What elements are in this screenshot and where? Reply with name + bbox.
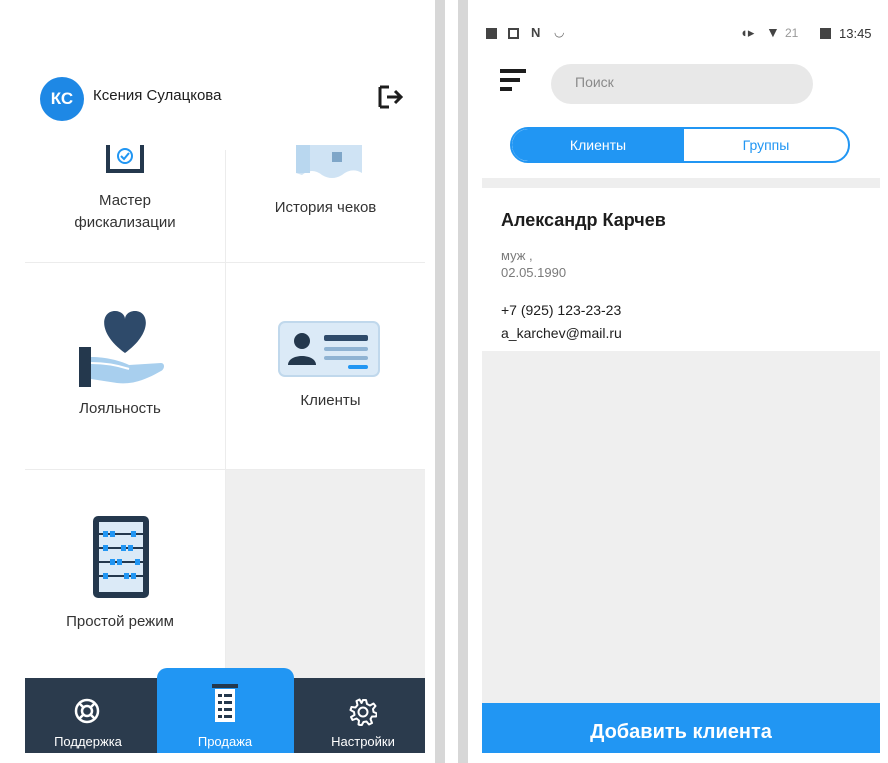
client-name: Александр Карчев: [501, 210, 666, 230]
n-notification-icon: N: [531, 25, 541, 40]
tile-fiscal-master[interactable]: Мастер фискализации: [25, 145, 225, 261]
segmented-tabs: Клиенты Группы: [510, 127, 850, 163]
tile-label: Клиенты: [300, 392, 361, 409]
status-bar: N ◡ ◖▸ ▼ 21 13:45: [482, 24, 882, 46]
battery-icon: [820, 28, 831, 39]
divider: [482, 178, 880, 188]
tab-clients[interactable]: Клиенты: [512, 137, 684, 153]
screen-edge: [435, 0, 445, 763]
client-phone: +7 (925) 123-23-23: [501, 302, 622, 318]
nav-label: Настройки: [331, 734, 395, 749]
left-phone-screen: КС Ксения Сулацкова Мастер фискализации …: [0, 0, 445, 763]
vibrate-icon: ◖▸: [740, 25, 755, 40]
tile-receipt-history[interactable]: История чеков: [226, 145, 425, 261]
loyalty-icon: [79, 311, 164, 387]
shield-notification-icon: ◡: [554, 25, 565, 39]
screen-edge: [458, 0, 468, 763]
signal-text: 21: [785, 26, 799, 40]
client-gender: муж ,: [501, 248, 533, 263]
logout-icon[interactable]: [377, 84, 405, 110]
clients-card-icon: [278, 321, 380, 377]
tile-clients[interactable]: Клиенты: [226, 263, 425, 468]
client-birthdate: 02.05.1990: [501, 265, 567, 280]
tile-label: Лояльность: [79, 400, 161, 417]
empty-grid-cell: [226, 470, 425, 680]
avatar[interactable]: КС: [40, 77, 84, 121]
tile-label: Простой режим: [66, 613, 174, 630]
tile-loyalty[interactable]: Лояльность: [25, 263, 225, 468]
client-contact: +7 (925) 123-23-23 a_karchev@mail.ru: [501, 299, 622, 345]
search-placeholder: Поиск: [575, 74, 614, 90]
tile-label: Мастер фискализации: [74, 192, 176, 231]
client-meta: муж , 02.05.1990: [501, 247, 566, 281]
add-client-button[interactable]: Добавить клиента: [482, 703, 880, 753]
tile-simple-mode[interactable]: Простой режим: [25, 470, 225, 678]
nav-label: Поддержка: [54, 734, 122, 749]
client-email: a_karchev@mail.ru: [501, 325, 622, 341]
tile-label: История чеков: [274, 199, 377, 216]
menu-icon[interactable]: [500, 67, 528, 93]
status-time: 13:45: [839, 26, 872, 41]
nav-label: Продажа: [197, 734, 253, 749]
gear-icon: [349, 698, 377, 726]
sale-receipt-icon: [212, 684, 238, 722]
image-notification-icon: [486, 28, 497, 39]
fiscal-master-icon: [106, 145, 144, 173]
lifebuoy-icon: [74, 698, 100, 724]
wifi-icon: ▼: [766, 24, 780, 40]
user-name: Ксения Сулацкова: [93, 87, 222, 104]
screenshot-icon: [508, 28, 519, 39]
tab-groups[interactable]: Группы: [684, 137, 848, 153]
abacus-icon: [93, 516, 149, 598]
receipt-history-icon: [296, 145, 362, 178]
list-empty-area: [482, 351, 880, 703]
